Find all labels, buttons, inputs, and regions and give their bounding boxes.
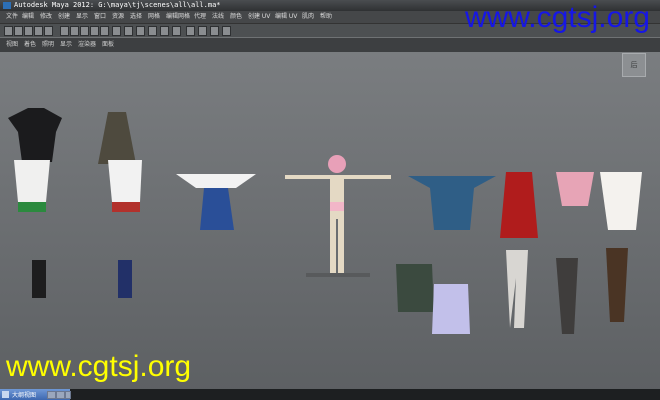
panel-menu-view[interactable]: 视图 xyxy=(6,40,18,50)
shelf-tool-icon[interactable] xyxy=(222,26,231,36)
shelf-tool-icon[interactable] xyxy=(70,26,79,36)
shelf-tool-icon[interactable] xyxy=(44,26,53,36)
watermark-top: www.cgtsj.org xyxy=(464,1,650,34)
skirt-red xyxy=(112,202,140,212)
menu-item-edit-uv[interactable]: 编辑 UV xyxy=(275,12,297,22)
view-cube-icon[interactable]: 后 xyxy=(622,53,646,77)
maximize-icon[interactable] xyxy=(56,391,65,399)
sailor-top xyxy=(176,174,256,188)
shelf-tool-icon[interactable] xyxy=(4,26,13,36)
sailor-skirt xyxy=(200,188,234,230)
shelf-tool-icon[interactable] xyxy=(14,26,23,36)
menu-item-mesh[interactable]: 网格 xyxy=(148,12,160,22)
shelf-tool-icon[interactable] xyxy=(100,26,109,36)
white-pants xyxy=(506,250,528,328)
shelf-tool-icon[interactable] xyxy=(60,26,69,36)
menu-item-edit[interactable]: 编辑 xyxy=(22,12,34,22)
blue-jacket xyxy=(408,176,496,230)
menu-item-edit-mesh[interactable]: 编辑网格 xyxy=(166,12,190,22)
uniform-green xyxy=(14,160,50,202)
menu-item-file[interactable]: 文件 xyxy=(6,12,18,22)
shelf-tool-icon[interactable] xyxy=(160,26,169,36)
menu-item-normals[interactable]: 法线 xyxy=(212,12,224,22)
skirt-green xyxy=(18,202,46,212)
menu-item-window[interactable]: 窗口 xyxy=(94,12,106,22)
watermark-bottom: www.cgtsj.org xyxy=(6,350,192,383)
maya-logo-icon xyxy=(3,2,11,9)
scene-assets xyxy=(8,108,642,334)
black-pants xyxy=(556,258,578,334)
panel-menu-show[interactable]: 显示 xyxy=(60,40,72,50)
shelf-tool-icon[interactable] xyxy=(198,26,207,36)
taskbar xyxy=(0,389,660,400)
panel-menu-bar: 视图 着色 照明 显示 渲染器 面板 xyxy=(0,38,660,52)
shelf-tool-icon[interactable] xyxy=(186,26,195,36)
panel-menu-renderer[interactable]: 渲染器 xyxy=(78,40,96,50)
character-model xyxy=(285,155,391,277)
brown-pants xyxy=(606,248,628,322)
panel-menu-shading[interactable]: 着色 xyxy=(24,40,36,50)
menu-item-create[interactable]: 创建 xyxy=(58,12,70,22)
shelf-tool-icon[interactable] xyxy=(172,26,181,36)
menu-item-select[interactable]: 选择 xyxy=(130,12,142,22)
dark-dress xyxy=(98,112,136,164)
blue-boots xyxy=(118,260,132,298)
menu-item-color[interactable]: 颜色 xyxy=(230,12,242,22)
menu-item-modify[interactable]: 修改 xyxy=(40,12,52,22)
panel-menu-panels[interactable]: 面板 xyxy=(102,40,114,50)
menu-item-help[interactable]: 帮助 xyxy=(320,12,332,22)
shelf-tool-icon[interactable] xyxy=(112,26,121,36)
shelf-tool-icon[interactable] xyxy=(136,26,145,36)
menu-item-display[interactable]: 显示 xyxy=(76,12,88,22)
green-dress xyxy=(396,264,434,312)
panel-menu-lighting[interactable]: 照明 xyxy=(42,40,54,50)
black-coat xyxy=(8,108,62,162)
outliner-label: 大纲视图 xyxy=(12,392,37,399)
white-dress xyxy=(600,172,642,230)
minimize-icon[interactable] xyxy=(47,391,56,399)
shelf-tool-icon[interactable] xyxy=(24,26,33,36)
black-boots xyxy=(32,260,46,298)
menu-item-muscle[interactable]: 肌肉 xyxy=(302,12,314,22)
shelf-tool-icon[interactable] xyxy=(80,26,89,36)
shelf-tool-icon[interactable] xyxy=(124,26,133,36)
red-qipao xyxy=(500,172,538,238)
window-title: Autodesk Maya 2012: G:\maya\tj\scenes\al… xyxy=(14,1,221,9)
outliner-icon xyxy=(2,391,9,398)
shelf-tool-icon[interactable] xyxy=(148,26,157,36)
menu-item-assets[interactable]: 资源 xyxy=(112,12,124,22)
pink-top xyxy=(556,172,594,206)
shelf-tool-icon[interactable] xyxy=(90,26,99,36)
menu-item-proxy[interactable]: 代理 xyxy=(194,12,206,22)
3d-viewport[interactable] xyxy=(0,52,660,392)
uniform-red xyxy=(108,160,142,202)
lavender-dress xyxy=(432,284,470,334)
shelf-tool-icon[interactable] xyxy=(210,26,219,36)
shelf-tool-icon[interactable] xyxy=(34,26,43,36)
menu-item-create-uv[interactable]: 创建 UV xyxy=(248,12,270,22)
close-icon[interactable] xyxy=(65,391,71,399)
